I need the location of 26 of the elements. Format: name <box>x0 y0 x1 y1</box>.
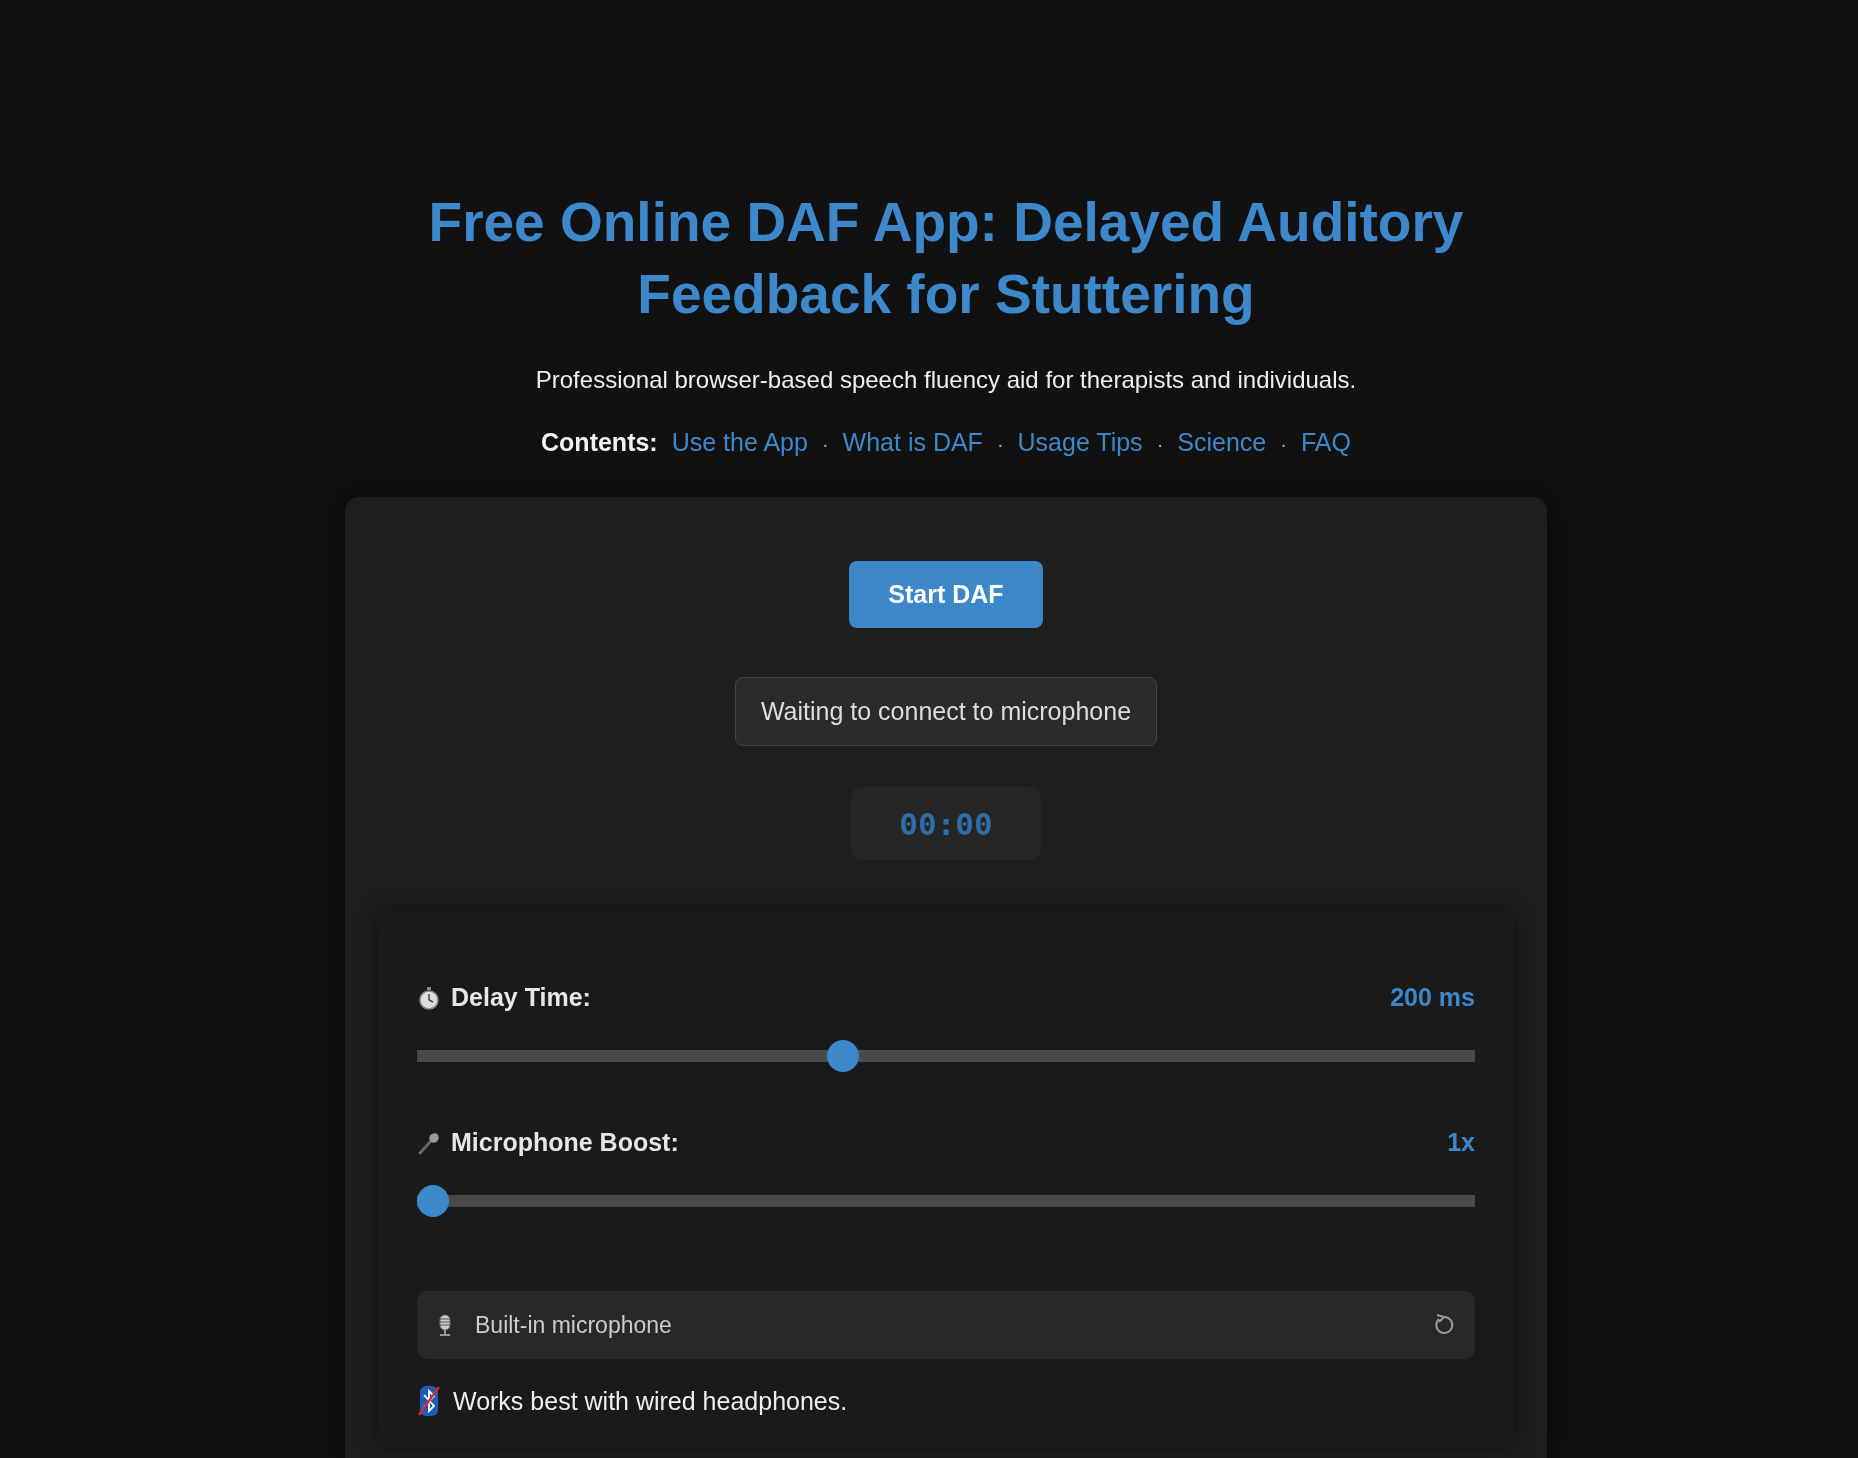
slider-value: 1x <box>1447 1128 1475 1157</box>
slider-label: Microphone Boost: <box>451 1128 679 1157</box>
contents-link[interactable]: FAQ <box>1300 428 1351 457</box>
contents-label: Contents: <box>541 428 658 457</box>
start-button[interactable]: Start DAF <box>849 561 1043 628</box>
status-message: Waiting to connect to microphone <box>734 677 1158 746</box>
slider-thumb[interactable] <box>417 1185 449 1217</box>
timer-display: 00:00 <box>851 787 1041 860</box>
device-selector[interactable]: Built-in microphone <box>417 1291 1475 1359</box>
headphones-note: Works best with wired headphones. <box>453 1386 848 1416</box>
separator-dot: · <box>1156 433 1164 456</box>
contents-link[interactable]: What is DAF <box>842 428 983 457</box>
separator-dot: · <box>1280 433 1287 456</box>
separator-dot: · <box>821 433 829 456</box>
microphone-icon <box>417 1130 441 1155</box>
separator-dot: · <box>996 433 1004 456</box>
contents-link[interactable]: Use the App <box>671 428 808 457</box>
slider-thumb[interactable] <box>827 1040 860 1072</box>
subtitle: Professional browser-based speech fluency aid for therapists and individuals. <box>535 366 1357 394</box>
contents-link[interactable]: Usage Tips <box>1017 428 1143 457</box>
bluetooth-disabled-icon <box>417 1385 441 1417</box>
slider-label: Delay Time: <box>451 983 591 1012</box>
page-title: Free Online DAF App: Delayed Auditory Feedback for Stuttering <box>427 190 1465 327</box>
slider-value: 200 ms <box>1390 983 1475 1012</box>
contents-link[interactable]: Science <box>1177 428 1267 457</box>
stopwatch-icon <box>417 985 441 1010</box>
